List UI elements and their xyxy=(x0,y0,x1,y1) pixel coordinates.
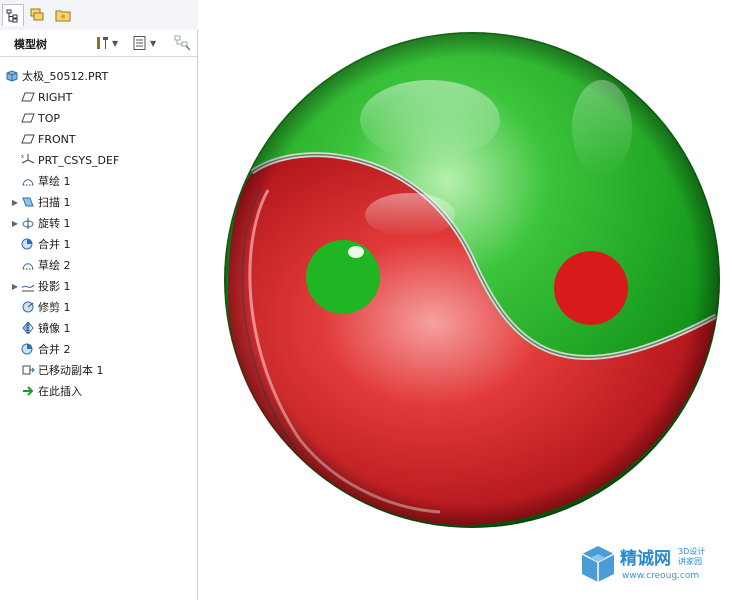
watermark-brand: 精诚网 xyxy=(620,548,671,569)
project-icon xyxy=(20,278,36,294)
tree-item-trim-1[interactable]: 修剪 1 xyxy=(10,297,71,317)
tools-icon xyxy=(97,37,108,49)
expand-arrow-icon[interactable]: ▶ xyxy=(10,219,20,228)
model-tree-header: 模型树 ▼ ▼ xyxy=(0,30,197,57)
model-tree-panel: 模型树 ▼ ▼ 太极_50512.PRT RIGHT TOP FRONT x P… xyxy=(0,30,198,600)
cube-logo-icon xyxy=(581,546,615,582)
revolve-icon xyxy=(20,215,36,231)
mirror-icon xyxy=(20,320,36,336)
insert-here-arrow-icon xyxy=(20,383,36,399)
tree-filter-button[interactable] xyxy=(174,34,192,52)
sweep-icon xyxy=(20,194,36,210)
green-eye-dot xyxy=(306,240,380,314)
tree-item-revolve-1[interactable]: ▶ 旋转 1 xyxy=(10,213,71,233)
part-icon xyxy=(4,68,20,84)
model-tree-icon xyxy=(6,9,18,22)
tree-item-moved-copy-1[interactable]: 已移动副本 1 xyxy=(10,360,104,380)
tree-item-merge-2[interactable]: 合并 2 xyxy=(10,339,71,359)
tree-root-label: 太极_50512.PRT xyxy=(22,70,109,83)
filter-tree-icon xyxy=(174,35,191,51)
watermark-sub2: 讲家园 xyxy=(678,556,702,566)
taiji-model[interactable] xyxy=(198,0,732,600)
trim-icon xyxy=(20,299,36,315)
datum-plane-icon xyxy=(20,110,36,126)
merge-icon xyxy=(20,236,36,252)
tree-item-sweep-1[interactable]: ▶ 扫描 1 xyxy=(10,192,71,212)
tab-model-tree[interactable] xyxy=(2,4,24,26)
datum-plane-icon xyxy=(20,131,36,147)
tab-favorites[interactable] xyxy=(52,4,74,26)
merge-icon xyxy=(20,341,36,357)
favorites-folder-icon xyxy=(55,10,71,22)
tab-layers[interactable] xyxy=(26,4,48,26)
coordinate-system-icon: x xyxy=(20,152,36,168)
tree-item-mirror-1[interactable]: 镜像 1 xyxy=(10,318,71,338)
tree-item-insert-here[interactable]: 在此插入 xyxy=(10,381,82,401)
tree-item-sketch-2[interactable]: 草绘 2 xyxy=(10,255,71,275)
watermark-sub1: 3D设计 xyxy=(678,546,705,556)
panel-tab-bar xyxy=(0,0,198,30)
watermark-url: www.creoug.com xyxy=(622,571,699,581)
graphics-viewport[interactable] xyxy=(198,0,732,600)
tree-item-top[interactable]: TOP xyxy=(10,108,60,128)
site-watermark: 精诚网 3D设计 讲家园 www.creoug.com xyxy=(578,540,728,588)
tree-item-sketch-1[interactable]: 草绘 1 xyxy=(10,171,71,191)
expand-arrow-icon[interactable]: ▶ xyxy=(10,198,20,207)
red-eye-dot xyxy=(554,251,628,325)
datum-plane-icon xyxy=(20,89,36,105)
sketch-icon xyxy=(20,173,36,189)
tree-item-project-1[interactable]: ▶ 投影 1 xyxy=(10,276,71,296)
list-columns-icon xyxy=(133,36,146,50)
tree-item-csys[interactable]: x PRT_CSYS_DEF xyxy=(10,150,119,170)
sketch-icon xyxy=(20,257,36,273)
moved-copy-icon xyxy=(20,362,36,378)
tree-item-right[interactable]: RIGHT xyxy=(10,87,72,107)
panel-title: 模型树 xyxy=(14,38,47,51)
expand-arrow-icon[interactable]: ▶ xyxy=(10,282,20,291)
tree-root-part[interactable]: 太极_50512.PRT xyxy=(4,66,108,86)
tree-item-merge-1[interactable]: 合并 1 xyxy=(10,234,71,254)
tree-settings-button[interactable]: ▼ xyxy=(94,34,118,52)
chevron-down-icon: ▼ xyxy=(150,38,157,48)
chevron-down-icon: ▼ xyxy=(112,38,119,48)
tree-item-front[interactable]: FRONT xyxy=(10,129,76,149)
tree-columns-button[interactable]: ▼ xyxy=(132,34,156,52)
svg-text:x: x xyxy=(21,154,24,160)
layers-icon xyxy=(30,8,44,21)
